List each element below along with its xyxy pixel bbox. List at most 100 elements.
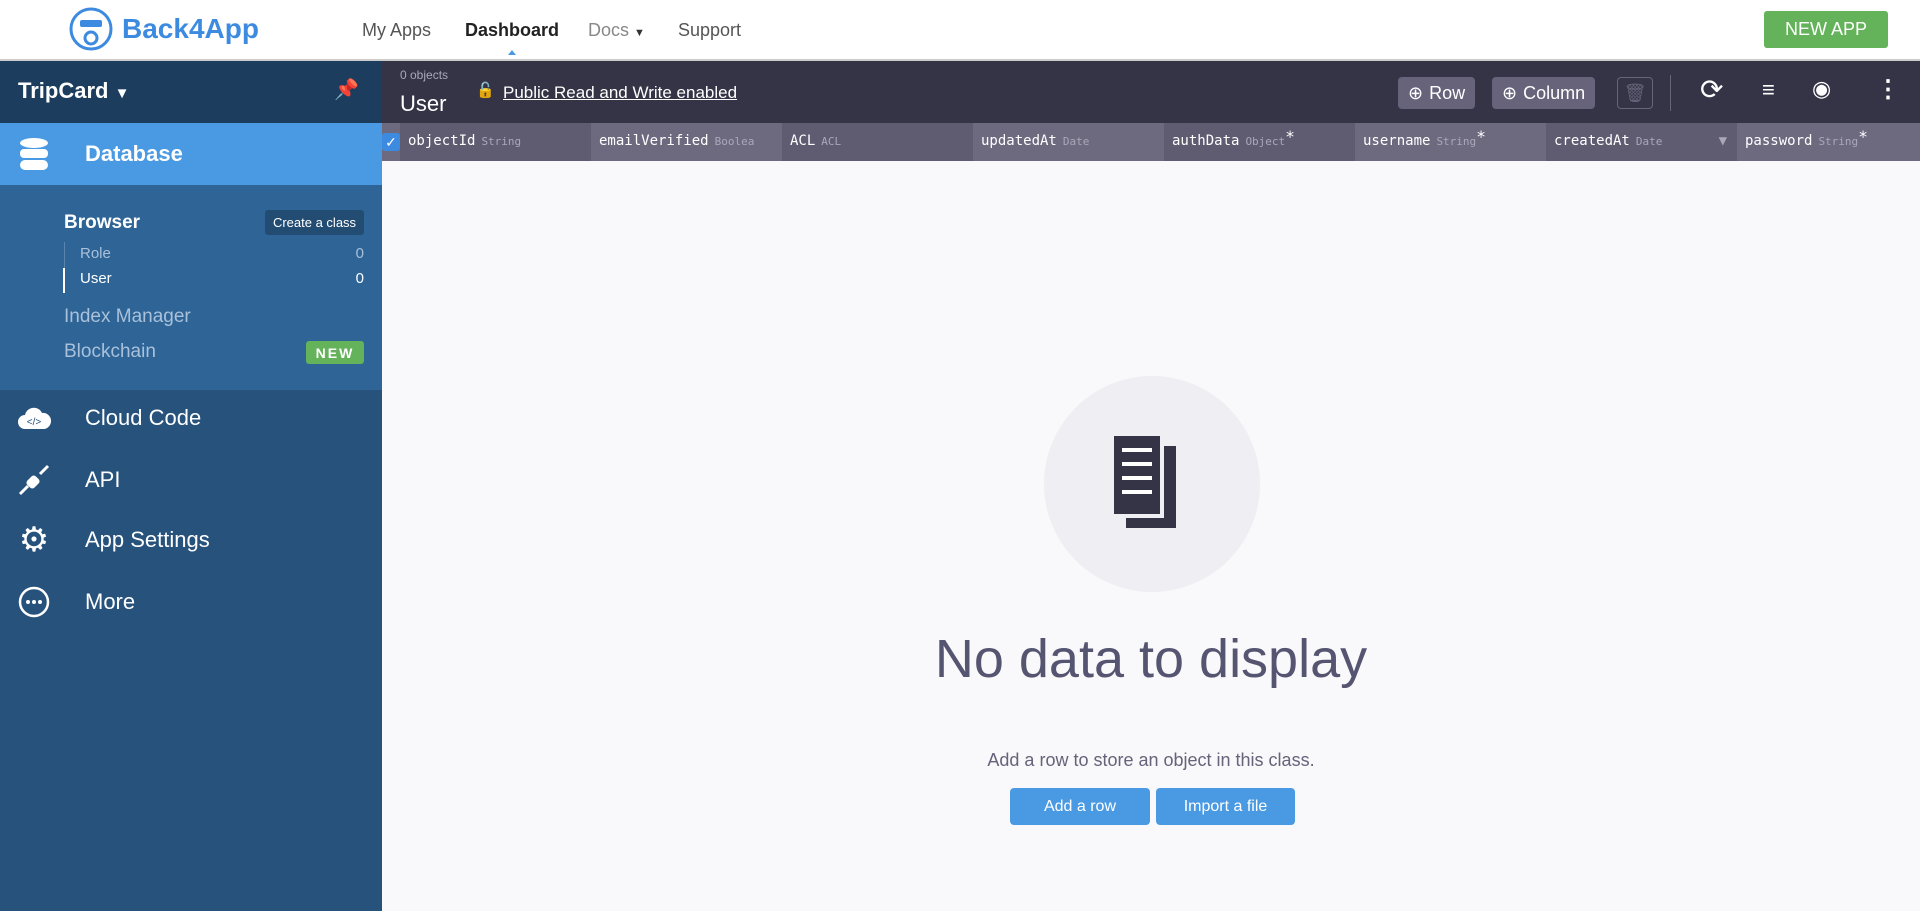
column-name: createdAt <box>1554 133 1630 149</box>
nav-dashboard[interactable]: Dashboard <box>465 20 559 41</box>
button-label: Column <box>1523 82 1586 103</box>
sort-descending-icon[interactable]: ▼ <box>1719 133 1727 149</box>
required-marker: * <box>1476 127 1486 146</box>
add-row-empty-button[interactable]: Add a row <box>1010 788 1150 825</box>
index-manager-link[interactable]: Index Manager <box>64 306 191 328</box>
nav-docs[interactable]: Docs ▼ <box>588 20 645 41</box>
column-type: String <box>1818 135 1859 148</box>
class-item-user[interactable]: User 0 <box>80 270 364 287</box>
gear-icon: ⚙ <box>18 521 50 559</box>
import-file-button[interactable]: Import a file <box>1156 788 1295 825</box>
column-type: String <box>481 135 522 148</box>
toolbar-divider <box>1670 75 1671 111</box>
class-count: 0 <box>355 245 364 262</box>
column-name: username <box>1363 133 1431 149</box>
eye-icon[interactable]: ◉ <box>1812 76 1831 102</box>
class-title: User <box>400 91 447 116</box>
sidebar-item-more[interactable]: More <box>17 585 135 619</box>
caret-down-icon: ▼ <box>634 27 645 39</box>
acl-link[interactable]: Public Read and Write enabled <box>503 83 737 103</box>
logo-robot-icon <box>69 7 113 51</box>
blockchain-link[interactable]: Blockchain <box>64 341 156 363</box>
column-type: ACL <box>821 135 842 148</box>
sidebar-item-label: App Settings <box>85 527 210 552</box>
empty-state-illustration <box>1044 376 1260 592</box>
top-header: Back4App My Apps Dashboard Docs ▼ Suppor… <box>0 0 1920 61</box>
column-name: emailVerified <box>599 133 709 149</box>
cloud-code-icon: </> <box>17 401 51 435</box>
browser-toolbar: 0 objects User 🔓 Public Read and Write e… <box>382 61 1920 123</box>
column-header-password[interactable]: password String * <box>1737 123 1920 161</box>
empty-title: No data to display <box>934 629 1368 689</box>
add-column-button[interactable]: ⊕ Column <box>1492 77 1596 109</box>
sidebar: TripCard ▼ 📌 Database Browser Create a c… <box>0 61 382 911</box>
class-item-role[interactable]: Role 0 <box>80 245 364 262</box>
sidebar-item-cloud-code[interactable]: </> Cloud Code <box>17 401 201 435</box>
column-name: objectId <box>408 133 476 149</box>
class-count: 0 <box>355 270 364 287</box>
column-name: updatedAt <box>981 133 1057 149</box>
button-label: Row <box>1429 82 1466 103</box>
logo-text: Back4App <box>122 13 259 44</box>
column-header-username[interactable]: username String * <box>1355 123 1546 161</box>
sidebar-item-label: Database <box>85 141 183 166</box>
more-vertical-icon[interactable]: ⋮ <box>1876 75 1900 104</box>
column-type: Date <box>1062 135 1090 148</box>
new-badge: NEW <box>306 341 364 364</box>
documents-icon <box>1110 432 1176 528</box>
sidebar-item-label: API <box>85 467 121 492</box>
app-selector[interactable]: TripCard ▼ 📌 <box>0 61 382 123</box>
sidebar-item-label: Cloud Code <box>85 405 202 430</box>
caret-down-icon: ▼ <box>114 85 130 102</box>
plus-circle-icon: ⊕ <box>1408 82 1424 103</box>
required-marker: * <box>1858 127 1868 146</box>
plus-circle-icon: ⊕ <box>1502 82 1518 103</box>
browser-link[interactable]: Browser <box>64 212 140 234</box>
check-icon: ✓ <box>382 133 400 151</box>
column-type: String <box>1436 135 1477 148</box>
app-name: TripCard <box>18 78 109 103</box>
empty-subtitle: Add a row to store an object in this cla… <box>987 750 1315 770</box>
sidebar-item-database[interactable]: Database <box>0 123 382 185</box>
sidebar-item-label: More <box>85 589 136 614</box>
column-name: ACL <box>790 133 816 149</box>
plug-icon <box>17 463 51 497</box>
nav-my-apps[interactable]: My Apps <box>362 20 431 41</box>
column-header-createdAt[interactable]: createdAt Date ▼ <box>1546 123 1737 161</box>
column-name: password <box>1745 133 1813 149</box>
column-name: authData <box>1172 133 1240 149</box>
filter-icon[interactable]: ≡ <box>1762 77 1775 103</box>
nav-docs-label: Docs <box>588 20 630 40</box>
more-circle-icon <box>17 585 51 619</box>
logo[interactable]: Back4App <box>68 6 259 52</box>
column-header-row: ✓ objectId String emailVerified Boolea ACL AC… <box>382 123 1920 161</box>
database-submenu: Browser Create a class Role 0 User 0 Index… <box>0 185 382 390</box>
select-all-checkbox[interactable]: ✓ <box>382 123 400 161</box>
column-header-ACL[interactable]: ACL ACL <box>782 123 973 161</box>
column-header-updatedAt[interactable]: updatedAt Date <box>973 123 1164 161</box>
tree-line <box>64 242 65 268</box>
trash-icon[interactable]: 🗑 <box>1617 77 1653 109</box>
column-type: Boolea <box>714 135 755 148</box>
active-class-indicator <box>63 268 65 293</box>
column-type: Date <box>1635 135 1663 148</box>
required-marker: * <box>1285 127 1295 146</box>
sidebar-item-app-settings[interactable]: ⚙ App Settings <box>17 521 210 559</box>
class-name: User <box>80 270 112 287</box>
column-header-objectId[interactable]: objectId String <box>400 123 591 161</box>
active-indicator <box>508 50 516 55</box>
new-app-button[interactable]: NEW APP <box>1764 11 1888 48</box>
column-type: Object <box>1245 135 1286 148</box>
add-row-button[interactable]: ⊕ Row <box>1398 77 1476 109</box>
nav-support[interactable]: Support <box>678 20 741 41</box>
column-header-authData[interactable]: authData Object * <box>1164 123 1355 161</box>
class-name: Role <box>80 245 111 262</box>
refresh-icon[interactable]: ⟳ <box>1700 73 1723 106</box>
object-count: 0 objects <box>400 68 449 82</box>
unlock-icon: 🔓 <box>476 82 495 99</box>
column-header-emailVerified[interactable]: emailVerified Boolea <box>591 123 782 161</box>
pin-icon[interactable]: 📌 <box>334 77 359 102</box>
create-class-button[interactable]: Create a class <box>265 210 364 235</box>
sidebar-item-api[interactable]: API <box>17 463 120 497</box>
database-icon <box>17 137 51 171</box>
